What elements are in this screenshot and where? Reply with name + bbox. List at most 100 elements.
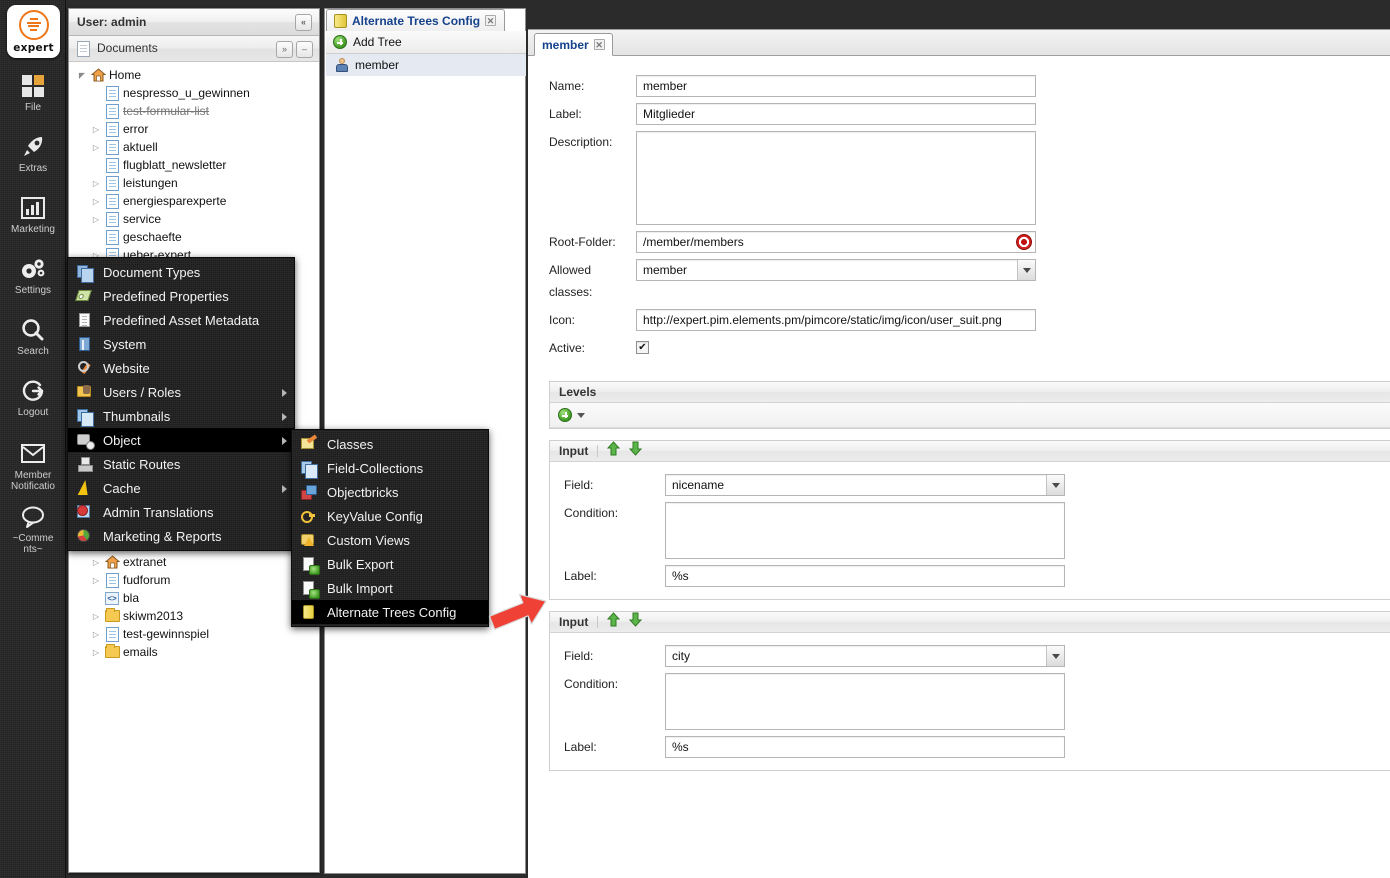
levels-toolbar: [550, 403, 1390, 428]
label-input[interactable]: [636, 103, 1036, 125]
tree-node[interactable]: test-formular-list: [75, 102, 319, 120]
red-pointer-arrow: [486, 591, 552, 636]
add-level-icon[interactable]: [558, 408, 572, 422]
menu-item[interactable]: Admin Translations: [68, 500, 294, 524]
root-folder-label: Root-Folder:: [549, 235, 616, 249]
icon-input[interactable]: [636, 309, 1036, 331]
add-tree-button[interactable]: Add Tree: [326, 31, 526, 54]
tree-node[interactable]: ▷ error: [75, 120, 319, 138]
field-select-input[interactable]: [665, 645, 1065, 667]
tree-node[interactable]: ▷ energiesparexperte: [75, 192, 319, 210]
rail-item-file[interactable]: File: [0, 72, 66, 113]
move-down-button[interactable]: [629, 441, 643, 462]
tree-node[interactable]: ◤ Home: [75, 66, 319, 84]
rail-item-search[interactable]: Search: [0, 316, 66, 357]
rail-item-marketing[interactable]: Marketing: [0, 194, 66, 235]
tree-node[interactable]: ▷ fudforum: [75, 571, 319, 589]
menu-item[interactable]: Predefined Properties: [68, 284, 294, 308]
label-input[interactable]: [665, 565, 1065, 587]
editor-tabbar: member ✕: [528, 30, 1390, 56]
menu-item-label: Users / Roles: [103, 384, 182, 400]
menu-item[interactable]: Users / Roles: [68, 380, 294, 404]
object-submenu[interactable]: Classes Field-Collections Objectbricks KeyV…: [291, 429, 489, 627]
tree-node-label: skiwm2013: [123, 609, 184, 623]
tree-node[interactable]: nespresso_u_gewinnen: [75, 84, 319, 102]
field-select-input[interactable]: [665, 474, 1065, 496]
menu-item[interactable]: Field-Collections: [292, 456, 488, 480]
tree-node[interactable]: ▷ extranet: [75, 553, 319, 571]
menu-item[interactable]: Document Types: [68, 260, 294, 284]
tree-node[interactable]: geschaefte: [75, 228, 319, 246]
target-picker-icon[interactable]: [1016, 234, 1032, 250]
menu-item[interactable]: Objectbricks: [292, 480, 488, 504]
menu-item[interactable]: KeyValue Config: [292, 504, 488, 528]
condition-textarea[interactable]: [665, 502, 1065, 559]
submenu-arrow-icon: [282, 485, 287, 493]
rail-item-settings[interactable]: Settings: [0, 255, 66, 296]
menu-item[interactable]: Bulk Import: [292, 576, 488, 600]
menu-item[interactable]: Custom Views: [292, 528, 488, 552]
description-textarea[interactable]: [636, 131, 1036, 225]
menu-item[interactable]: Cache: [68, 476, 294, 500]
add-level-caret-icon[interactable]: [577, 412, 585, 418]
rail-label-settings: Settings: [14, 285, 52, 296]
tree-node[interactable]: ▷ leistungen: [75, 174, 319, 192]
menu-item[interactable]: Bulk Export: [292, 552, 488, 576]
condition-label: Condition:: [564, 677, 619, 691]
menu-item[interactable]: Thumbnails: [68, 404, 294, 428]
tree-node[interactable]: ▷ aktuell: [75, 138, 319, 156]
tree-node[interactable]: flugblatt_newsletter: [75, 156, 319, 174]
menu-item[interactable]: Website: [68, 356, 294, 380]
minimize-button[interactable]: –: [296, 41, 313, 58]
page-icon: [103, 211, 121, 227]
tree-node[interactable]: ▷ test-gewinnspiel: [75, 625, 319, 643]
tree-node[interactable]: <> bla: [75, 589, 319, 607]
move-down-button[interactable]: [629, 612, 643, 633]
tree-list-item-member[interactable]: member: [326, 54, 526, 76]
root-folder-input[interactable]: [636, 231, 1036, 253]
tree-node-label: flugblatt_newsletter: [123, 158, 227, 172]
magnifier-icon: [20, 316, 46, 344]
collapse-panel-button[interactable]: «: [295, 14, 312, 31]
menu-item[interactable]: Alternate Trees Config: [292, 600, 488, 624]
menu-item[interactable]: Marketing & Reports: [68, 524, 294, 548]
menu-item[interactable]: Object: [68, 428, 294, 452]
menu-item-label: Objectbricks: [327, 484, 399, 500]
rail-item-member-notification[interactable]: Member Notificatio: [0, 440, 66, 492]
name-input[interactable]: [636, 75, 1036, 97]
rail-item-extras[interactable]: Extras: [0, 133, 66, 174]
condition-textarea[interactable]: [665, 673, 1065, 730]
menu-item[interactable]: Classes: [292, 432, 488, 456]
chevron-down-icon[interactable]: [1046, 475, 1064, 495]
expand-all-button[interactable]: »: [276, 41, 293, 58]
menu-item-label: Field-Collections: [327, 460, 424, 476]
rail-label-comments: ~Comme nts~: [12, 533, 54, 555]
move-up-button[interactable]: [607, 440, 621, 462]
allowed-classes-input[interactable]: [636, 259, 1036, 281]
settings-context-menu[interactable]: Document Types Predefined Properties Prede…: [67, 257, 295, 551]
chevron-down-icon[interactable]: [1046, 646, 1064, 666]
close-editor-tab-icon[interactable]: ✕: [593, 39, 605, 50]
chevron-down-icon[interactable]: [1017, 260, 1035, 280]
rail-item-logout[interactable]: Logout: [0, 377, 66, 418]
menu-item[interactable]: Predefined Asset Metadata: [68, 308, 294, 332]
tree-node-label: geschaefte: [123, 230, 182, 244]
bulk-import-icon: [300, 580, 320, 599]
label-input[interactable]: [665, 736, 1065, 758]
rail-item-comments[interactable]: ~Comme nts~: [0, 503, 66, 555]
tree-node[interactable]: ▷ emails: [75, 643, 319, 661]
close-tab-icon[interactable]: ✕: [485, 15, 497, 26]
documents-section-header[interactable]: Documents » –: [69, 36, 319, 62]
editor-tab-member[interactable]: member ✕: [534, 33, 613, 56]
move-up-button[interactable]: [607, 611, 621, 633]
tree-node[interactable]: ▷ skiwm2013: [75, 607, 319, 625]
tree-node[interactable]: ▷ service: [75, 210, 319, 228]
active-checkbox[interactable]: ✔: [636, 341, 649, 354]
alternate-trees-config-tab[interactable]: Alternate Trees Config ✕: [326, 9, 506, 31]
menu-item[interactable]: System: [68, 332, 294, 356]
expert-logo-mark: [18, 9, 49, 40]
rail-label-extras: Extras: [18, 163, 48, 174]
field-collections-icon: [300, 460, 318, 479]
menu-item[interactable]: Static Routes: [68, 452, 294, 476]
page-icon: [103, 157, 121, 173]
